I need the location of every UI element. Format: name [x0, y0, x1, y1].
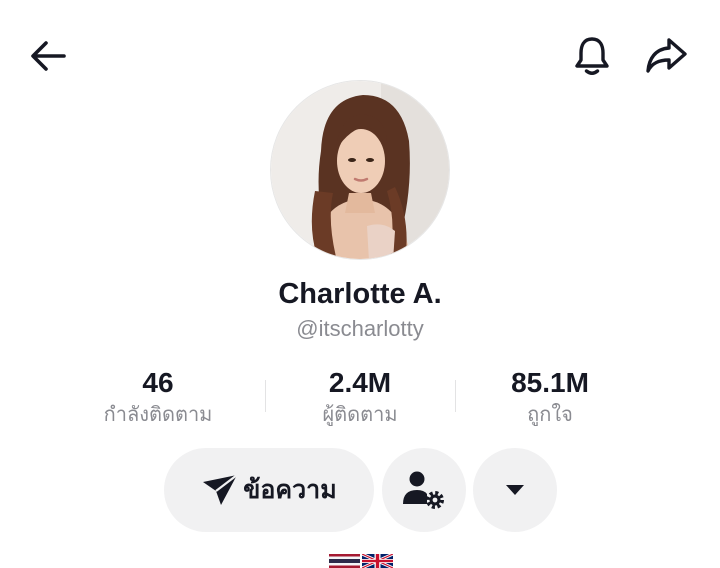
avatar[interactable] — [270, 80, 450, 260]
stat-followers[interactable]: 2.4M ผู้ติดตาม — [260, 366, 460, 430]
profile-photo — [271, 81, 449, 259]
stat-label: กำลังติดตาม — [103, 404, 213, 426]
profile-actions: ข้อความ — [0, 448, 720, 532]
stat-value: 85.1M — [511, 367, 589, 398]
bio-flags — [329, 554, 393, 568]
display-name: Charlotte A. — [278, 278, 442, 310]
more-options-button[interactable] — [473, 448, 557, 532]
username-handle: @itscharlotty — [296, 316, 424, 341]
stat-label: ถูกใจ — [527, 404, 573, 426]
notification-bell-button[interactable] — [564, 28, 620, 84]
uk-flag — [362, 554, 393, 568]
friend-settings-button[interactable] — [382, 448, 466, 532]
caret-down-icon — [506, 485, 524, 495]
share-button[interactable] — [638, 28, 694, 84]
stat-value: 46 — [142, 367, 174, 398]
message-button[interactable]: ข้อความ — [164, 448, 374, 532]
profile-stats: 46 กำลังติดตาม 2.4M ผู้ติดตาม 85.1M ถูกใ… — [60, 366, 660, 434]
stat-likes[interactable]: 85.1M ถูกใจ — [450, 366, 650, 430]
stat-value: 2.4M — [328, 367, 392, 398]
stat-label: ผู้ติดตาม — [322, 404, 398, 426]
bell-icon — [575, 37, 609, 75]
message-button-label: ข้อความ — [243, 476, 337, 504]
stat-following[interactable]: 46 กำลังติดตาม — [58, 366, 258, 430]
share-arrow-icon — [646, 38, 687, 73]
thailand-flag — [329, 554, 360, 568]
back-button[interactable] — [20, 28, 76, 84]
send-icon — [203, 474, 238, 505]
user-settings-icon — [403, 471, 444, 509]
arrow-left-icon — [31, 41, 66, 71]
